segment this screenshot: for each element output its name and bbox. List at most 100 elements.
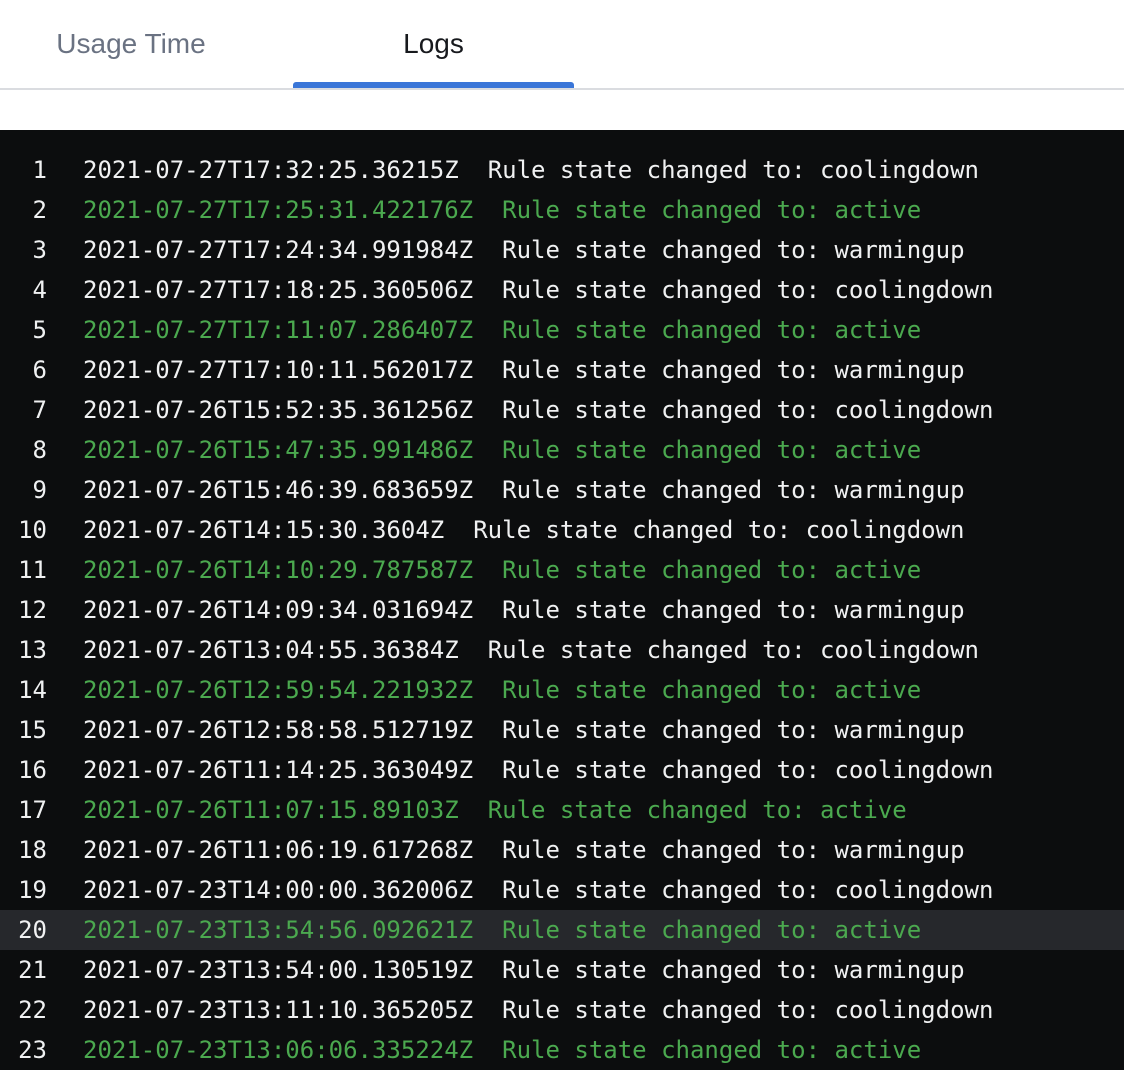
log-text: 2021-07-27T17:24:34.991984ZRule state ch… xyxy=(47,230,965,270)
log-text: 2021-07-27T17:18:25.360506ZRule state ch… xyxy=(47,270,993,310)
log-viewer[interactable]: 1 2021-07-27T17:32:25.36215Z Rule state c… xyxy=(0,130,1124,1070)
log-timestamp: 2021-07-23T13:11:10.365205Z xyxy=(83,996,473,1024)
log-timestamp: 2021-07-23T14:00:00.362006Z xyxy=(83,876,473,904)
log-line[interactable]: 21 2021-07-23T13:54:00.130519ZRule state… xyxy=(0,950,1124,990)
log-line[interactable]: 2 2021-07-27T17:25:31.422176ZRule state … xyxy=(0,190,1124,230)
log-timestamp: 2021-07-26T15:47:35.991486Z xyxy=(83,436,473,464)
log-line[interactable]: 22 2021-07-23T13:11:10.365205ZRule state… xyxy=(0,990,1124,1030)
log-text: 2021-07-23T13:54:56.092621ZRule state ch… xyxy=(47,910,921,950)
log-line[interactable]: 11 2021-07-26T14:10:29.787587ZRule state… xyxy=(0,550,1124,590)
log-text: 2021-07-26T12:59:54.221932ZRule state ch… xyxy=(47,670,921,710)
log-line[interactable]: 20 2021-07-23T13:54:56.092621ZRule state… xyxy=(0,910,1124,950)
log-line[interactable]: 1 2021-07-27T17:32:25.36215ZRule state c… xyxy=(0,150,1124,190)
log-line[interactable]: 18 2021-07-26T11:06:19.617268ZRule state… xyxy=(0,830,1124,870)
log-text: 2021-07-23T13:11:10.365205ZRule state ch… xyxy=(47,990,993,1030)
log-timestamp: 2021-07-27T17:32:25.36215Z xyxy=(83,156,459,184)
log-message: Rule state changed to: active xyxy=(473,916,921,944)
log-timestamp: 2021-07-26T15:46:39.683659Z xyxy=(83,476,473,504)
tab-logs-label: Logs xyxy=(403,28,464,60)
log-timestamp: 2021-07-26T14:10:29.787587Z xyxy=(83,556,473,584)
line-number: 20 xyxy=(0,910,47,950)
log-message: Rule state changed to: active xyxy=(473,676,921,704)
line-number: 15 xyxy=(0,710,47,750)
log-timestamp: 2021-07-26T15:52:35.361256Z xyxy=(83,396,473,424)
log-line[interactable]: 9 2021-07-26T15:46:39.683659ZRule state … xyxy=(0,470,1124,510)
tab-usage-time[interactable]: Usage Time xyxy=(36,0,226,88)
log-message: Rule state changed to: active xyxy=(473,316,921,344)
log-line[interactable]: 4 2021-07-27T17:18:25.360506ZRule state … xyxy=(0,270,1124,310)
tab-bar: Usage Time Logs xyxy=(0,0,1124,88)
line-number: 7 xyxy=(0,390,47,430)
line-number: 14 xyxy=(0,670,47,710)
log-text: 2021-07-26T15:52:35.361256ZRule state ch… xyxy=(47,390,993,430)
log-line[interactable]: 3 2021-07-27T17:24:34.991984ZRule state … xyxy=(0,230,1124,270)
log-timestamp: 2021-07-27T17:18:25.360506Z xyxy=(83,276,473,304)
log-message: Rule state changed to: active xyxy=(473,436,921,464)
log-message: Rule state changed to: warmingup xyxy=(473,956,964,984)
log-line[interactable]: 17 2021-07-26T11:07:15.89103ZRule state … xyxy=(0,790,1124,830)
log-text: 2021-07-27T17:11:07.286407ZRule state ch… xyxy=(47,310,921,350)
log-timestamp: 2021-07-27T17:25:31.422176Z xyxy=(83,196,473,224)
line-number: 1 xyxy=(0,150,47,190)
line-number: 13 xyxy=(0,630,47,670)
log-line[interactable]: 8 2021-07-26T15:47:35.991486ZRule state … xyxy=(0,430,1124,470)
log-message: Rule state changed to: active xyxy=(473,1036,921,1064)
log-timestamp: 2021-07-23T13:06:06.335224Z xyxy=(83,1036,473,1064)
log-timestamp: 2021-07-26T11:07:15.89103Z xyxy=(83,796,459,824)
log-text: 2021-07-27T17:10:11.562017ZRule state ch… xyxy=(47,350,965,390)
log-line[interactable]: 13 2021-07-26T13:04:55.36384ZRule state … xyxy=(0,630,1124,670)
log-message: Rule state changed to: warmingup xyxy=(473,836,964,864)
log-message: Rule state changed to: warmingup xyxy=(473,236,964,264)
log-line[interactable]: 5 2021-07-27T17:11:07.286407ZRule state … xyxy=(0,310,1124,350)
log-text: 2021-07-23T13:06:06.335224ZRule state ch… xyxy=(47,1030,921,1070)
line-number: 12 xyxy=(0,590,47,630)
log-text: 2021-07-26T14:15:30.3604ZRule state chan… xyxy=(47,510,965,550)
log-timestamp: 2021-07-27T17:24:34.991984Z xyxy=(83,236,473,264)
log-timestamp: 2021-07-26T12:59:54.221932Z xyxy=(83,676,473,704)
log-text: 2021-07-23T13:54:00.130519ZRule state ch… xyxy=(47,950,965,990)
log-text: 2021-07-26T12:58:58.512719ZRule state ch… xyxy=(47,710,965,750)
tab-usage-time-label: Usage Time xyxy=(56,28,205,60)
line-number: 22 xyxy=(0,990,47,1030)
line-number: 17 xyxy=(0,790,47,830)
spacer-band xyxy=(0,90,1124,130)
log-timestamp: 2021-07-27T17:11:07.286407Z xyxy=(83,316,473,344)
log-timestamp: 2021-07-26T12:58:58.512719Z xyxy=(83,716,473,744)
log-text: 2021-07-26T13:04:55.36384ZRule state cha… xyxy=(47,630,979,670)
log-text: 2021-07-27T17:25:31.422176ZRule state ch… xyxy=(47,190,921,230)
log-line[interactable]: 12 2021-07-26T14:09:34.031694ZRule state… xyxy=(0,590,1124,630)
log-timestamp: 2021-07-23T13:54:00.130519Z xyxy=(83,956,473,984)
line-number: 5 xyxy=(0,310,47,350)
log-message: Rule state changed to: coolingdown xyxy=(459,636,979,664)
log-line[interactable]: 14 2021-07-26T12:59:54.221932ZRule state… xyxy=(0,670,1124,710)
log-line[interactable]: 10 2021-07-26T14:15:30.3604ZRule state c… xyxy=(0,510,1124,550)
tab-logs[interactable]: Logs xyxy=(293,0,574,88)
line-number: 16 xyxy=(0,750,47,790)
line-number: 11 xyxy=(0,550,47,590)
log-line[interactable]: 7 2021-07-26T15:52:35.361256ZRule state … xyxy=(0,390,1124,430)
line-number: 19 xyxy=(0,870,47,910)
log-text: 2021-07-26T11:07:15.89103ZRule state cha… xyxy=(47,790,907,830)
log-text: 2021-07-26T11:14:25.363049ZRule state ch… xyxy=(47,750,993,790)
log-line[interactable]: 19 2021-07-23T14:00:00.362006ZRule state… xyxy=(0,870,1124,910)
app-window: Usage Time Logs 1 2021-07-27T17:32:25.36… xyxy=(0,0,1124,1070)
log-message: Rule state changed to: coolingdown xyxy=(473,276,993,304)
line-number: 6 xyxy=(0,350,47,390)
log-text: 2021-07-26T15:47:35.991486ZRule state ch… xyxy=(47,430,921,470)
log-message: Rule state changed to: coolingdown xyxy=(473,396,993,424)
log-message: Rule state changed to: warmingup xyxy=(473,476,964,504)
log-message: Rule state changed to: active xyxy=(473,196,921,224)
log-message: Rule state changed to: warmingup xyxy=(473,716,964,744)
log-timestamp: 2021-07-23T13:54:56.092621Z xyxy=(83,916,473,944)
log-line[interactable]: 16 2021-07-26T11:14:25.363049ZRule state… xyxy=(0,750,1124,790)
log-line[interactable]: 23 2021-07-23T13:06:06.335224ZRule state… xyxy=(0,1030,1124,1070)
log-line[interactable]: 6 2021-07-27T17:10:11.562017ZRule state … xyxy=(0,350,1124,390)
line-number: 10 xyxy=(0,510,47,550)
log-line[interactable]: 15 2021-07-26T12:58:58.512719ZRule state… xyxy=(0,710,1124,750)
log-timestamp: 2021-07-26T11:14:25.363049Z xyxy=(83,756,473,784)
line-number: 21 xyxy=(0,950,47,990)
log-text: 2021-07-23T14:00:00.362006ZRule state ch… xyxy=(47,870,993,910)
line-number: 9 xyxy=(0,470,47,510)
log-message: Rule state changed to: active xyxy=(459,796,907,824)
log-text: 2021-07-26T14:09:34.031694ZRule state ch… xyxy=(47,590,965,630)
